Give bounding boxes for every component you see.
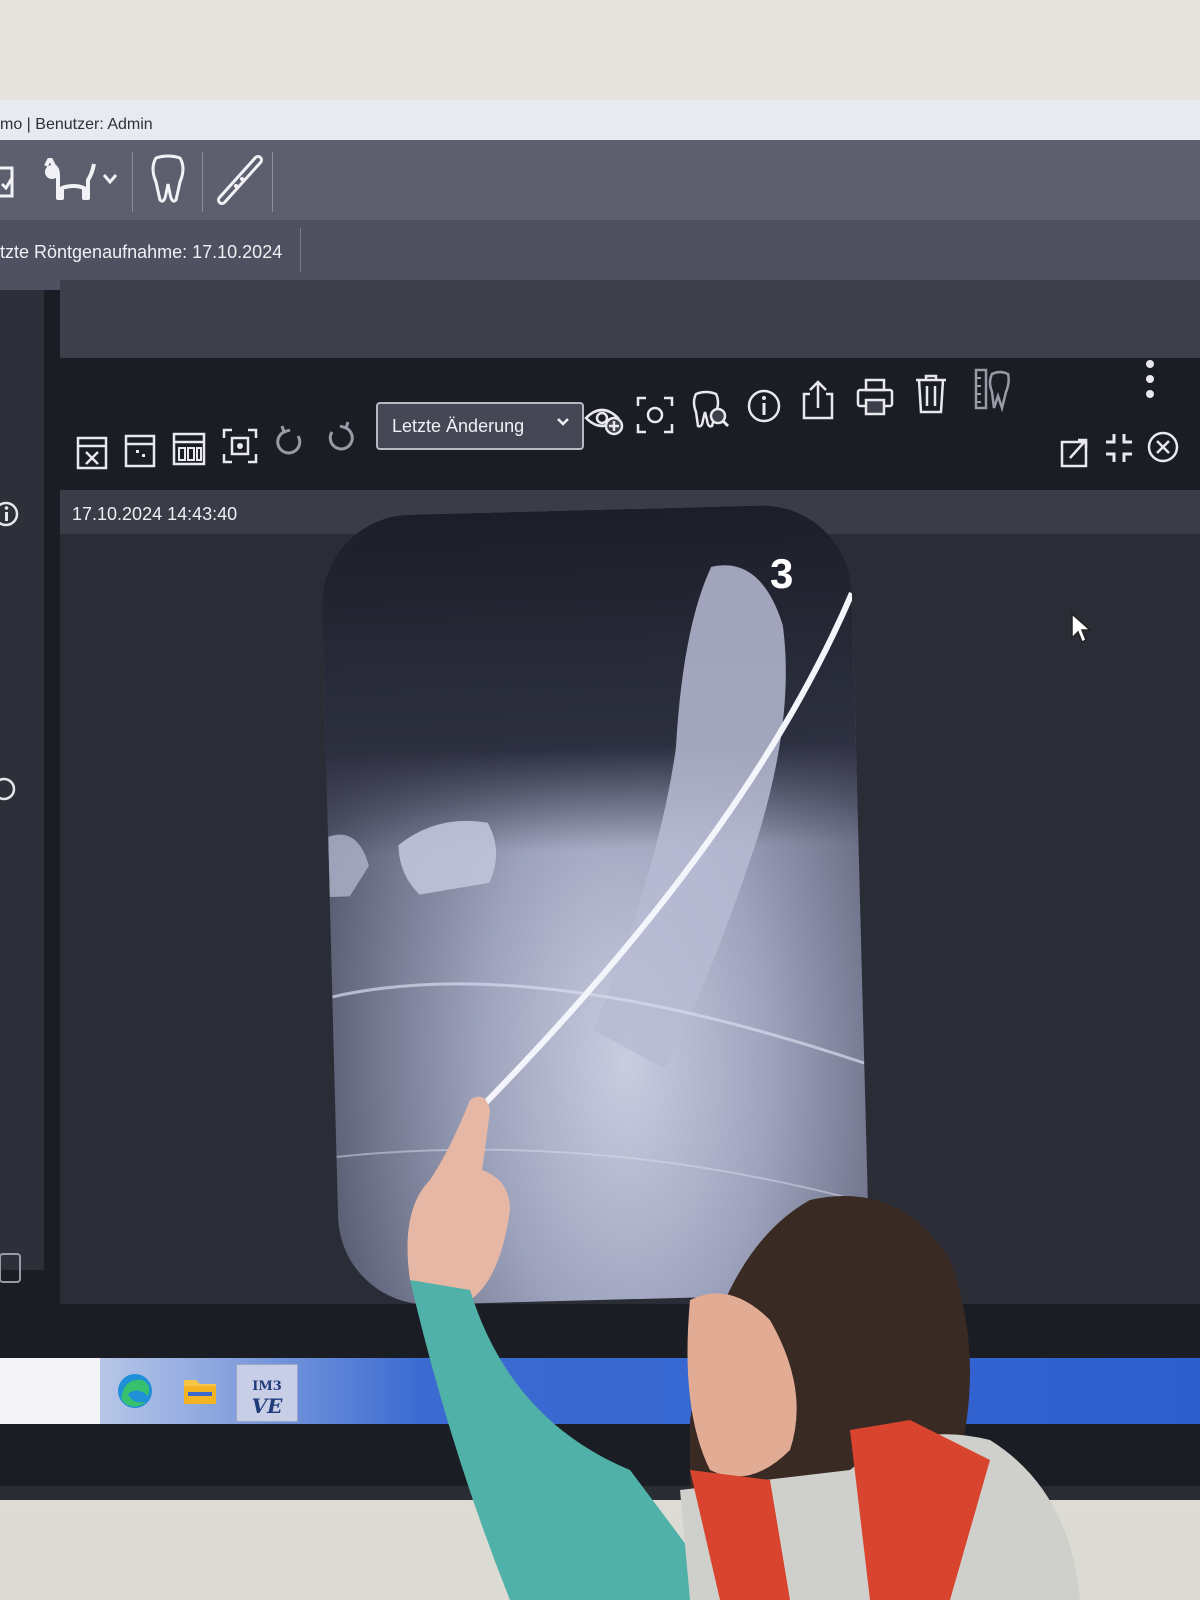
infobar-separator xyxy=(300,228,301,272)
eye-add-icon[interactable] xyxy=(584,404,624,441)
toolbar-separator xyxy=(272,152,273,212)
app-label: IM3 VE xyxy=(237,1379,297,1418)
window-titlebar: mo | Benutzer: Admin xyxy=(0,100,1200,140)
layout-close-icon[interactable] xyxy=(76,436,108,475)
app-label-line1: IM3 xyxy=(252,1379,282,1394)
tooth-icon[interactable] xyxy=(150,154,186,209)
external-open-icon[interactable] xyxy=(1060,436,1090,473)
last-xray-date: tzte Röntgenaufnahme: 17.10.2024 xyxy=(0,242,283,262)
main-toolbar xyxy=(0,140,1200,221)
cat-icon[interactable] xyxy=(40,156,96,209)
tooth-search-icon[interactable] xyxy=(690,390,730,435)
mouse-cursor-icon xyxy=(1070,612,1092,649)
focus-frame-icon[interactable] xyxy=(222,428,258,469)
chevron-down-icon[interactable] xyxy=(102,172,118,190)
chevron-down-icon xyxy=(556,414,570,432)
toolbar-separator xyxy=(132,152,133,212)
im3-vet-app-icon[interactable]: IM3 VE xyxy=(236,1364,298,1422)
collapse-icon[interactable] xyxy=(1104,432,1134,469)
xray-sensor-icon[interactable] xyxy=(214,152,270,213)
delete-icon[interactable] xyxy=(914,374,948,419)
info-icon[interactable] xyxy=(0,775,24,808)
layout-grid-icon[interactable] xyxy=(124,434,156,473)
image-timestamp: 17.10.2024 14:43:40 xyxy=(72,504,238,524)
toolbar-separator xyxy=(202,152,203,212)
sort-dropdown[interactable]: Letzte Änderung xyxy=(376,402,584,450)
export-icon[interactable] xyxy=(800,380,836,425)
close-icon[interactable] xyxy=(1146,430,1180,469)
viewer-toolbar xyxy=(60,280,1200,358)
layout-multi-icon[interactable] xyxy=(172,432,206,471)
rotate-right-icon[interactable] xyxy=(324,420,356,459)
rotate-left-icon[interactable] xyxy=(274,424,306,463)
app-label-line2: VE xyxy=(251,1394,283,1418)
edge-browser-icon[interactable] xyxy=(116,1372,154,1415)
checklist-icon[interactable] xyxy=(0,162,16,207)
more-vertical-icon[interactable] xyxy=(1144,358,1156,405)
print-icon[interactable] xyxy=(856,378,894,421)
sort-dropdown-value: Letzte Änderung xyxy=(392,416,525,436)
crop-focus-icon[interactable] xyxy=(636,396,674,439)
info-icon[interactable] xyxy=(746,388,782,429)
archive-icon[interactable] xyxy=(0,1250,24,1291)
xray-number-label: 3 xyxy=(770,550,794,597)
taskbar-search[interactable] xyxy=(0,1358,100,1424)
info-icon[interactable] xyxy=(0,500,24,533)
ruler-tooth-icon[interactable] xyxy=(972,368,1012,417)
presenter-figure xyxy=(407,1096,1080,1600)
window-title: mo | Benutzer: Admin xyxy=(0,116,153,133)
left-sidebar xyxy=(0,290,44,1283)
file-explorer-icon[interactable] xyxy=(182,1372,218,1413)
